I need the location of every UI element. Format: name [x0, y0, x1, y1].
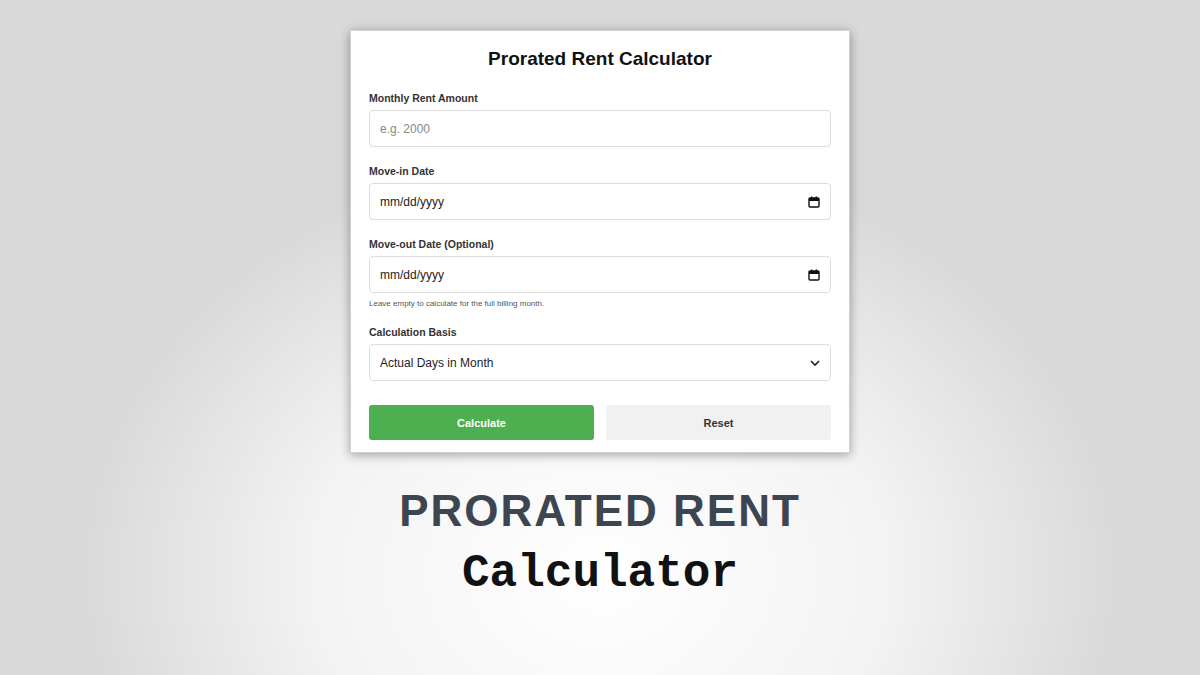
form-field: Calculation Basis Actual Days in Month — [369, 326, 831, 381]
field-label: Calculation Basis — [369, 326, 831, 338]
select-value: Actual Days in Month — [380, 356, 493, 370]
calendar-icon — [808, 269, 820, 281]
date-placeholder: mm/dd/yyyy — [380, 195, 444, 209]
page: Prorated Rent Calculator Monthly Rent Amo… — [0, 0, 1200, 675]
button-row: Calculate Reset — [369, 405, 831, 440]
headline-subtitle: Calculator — [462, 549, 738, 600]
date-input[interactable]: mm/dd/yyyy — [369, 256, 831, 293]
basis-select[interactable]: Actual Days in Month — [369, 344, 831, 381]
rent-input[interactable] — [369, 110, 831, 147]
calendar-icon — [808, 196, 820, 208]
calculate-button[interactable]: Calculate — [369, 405, 594, 440]
chevron-down-icon — [810, 359, 820, 367]
headline-title: PRORATED RENT — [399, 487, 801, 535]
date-input[interactable]: mm/dd/yyyy — [369, 183, 831, 220]
field-label: Move-out Date (Optional) — [369, 238, 831, 250]
form-field: Move-in Date mm/dd/yyyy — [369, 165, 831, 220]
date-placeholder: mm/dd/yyyy — [380, 268, 444, 282]
form-field: Move-out Date (Optional) mm/dd/yyyy Leave … — [369, 238, 831, 308]
card-title: Prorated Rent Calculator — [369, 48, 831, 70]
calculator-card: Prorated Rent Calculator Monthly Rent Amo… — [350, 30, 850, 453]
reset-button[interactable]: Reset — [606, 405, 831, 440]
field-label: Move-in Date — [369, 165, 831, 177]
field-hint: Leave empty to calculate for the full bi… — [369, 299, 831, 308]
form-field: Monthly Rent Amount — [369, 92, 831, 147]
field-label: Monthly Rent Amount — [369, 92, 831, 104]
